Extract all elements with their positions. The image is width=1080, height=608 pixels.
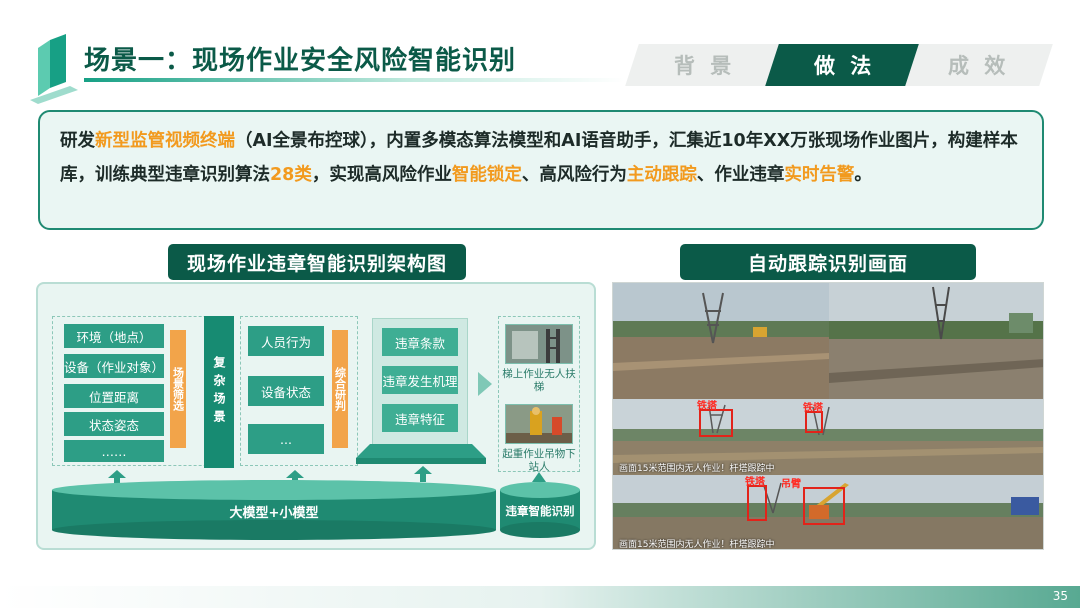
architecture-diagram: 环境（地点） 设备（作业对象） 位置距离 状态姿态 …… 场景筛选 复杂场景 人… (36, 282, 596, 550)
input-item: 环境（地点） (64, 324, 164, 348)
detection-label: 铁塔 (803, 403, 823, 414)
intro-highlight: 主动跟踪 (626, 165, 697, 185)
input-item: 状态姿态 (64, 412, 164, 436)
behavior-item: ... (248, 424, 324, 454)
overlay-status: 画面15米范围内无人作业！杆塔跟踪中 (619, 540, 775, 550)
input-item: 设备（作业对象） (64, 354, 164, 378)
example-caption: 梯上作业无人扶梯 (502, 368, 576, 393)
violation-item: 违章发生机理 (382, 366, 458, 394)
intro-box: 研发新型监管视频终端（AI全景布控球），内置多模态算法模型和AI语音助手，汇集近… (38, 110, 1044, 230)
tab-approach-label: 做 法 (814, 54, 876, 78)
up-arrow (532, 472, 546, 482)
page-number: 35 (1052, 589, 1068, 603)
intro-text: 研发 (60, 131, 95, 151)
footer-bar (0, 586, 1080, 608)
tab-results-label: 成 效 (948, 54, 1010, 78)
intro-highlight: 实时告警 (784, 165, 855, 185)
intro-highlight: 28类 (270, 165, 312, 185)
intro-text: 、作业违章 (696, 165, 785, 185)
result-label: 违章智能识别 (505, 504, 575, 518)
example-caption: 起重作业吊物下站人 (502, 448, 576, 473)
detection-box (747, 485, 767, 521)
detection-box (699, 409, 733, 437)
section-tabs: 背 景 做 法 成 效 (625, 44, 1053, 86)
tab-approach[interactable]: 做 法 (765, 44, 925, 86)
intro-highlight: 智能锁定 (451, 165, 522, 185)
tracking-photos: 铁塔 铁塔 铁塔 吊臂 画面15米范围内无人作业！杆塔跟踪中 画面15米范围内无… (612, 282, 1044, 550)
complex-scene-bar: 复杂场景 (204, 316, 234, 468)
tracking-photo (829, 283, 1043, 399)
panel-base (356, 444, 486, 464)
title-underline (84, 78, 624, 82)
intro-text: ，实现高风险作业 (311, 165, 452, 185)
screen-bar: 场景筛选 (170, 330, 186, 448)
tab-background-label: 背 景 (674, 54, 736, 78)
detection-label: 吊臂 (781, 479, 801, 490)
behavior-item: 设备状态 (248, 376, 324, 406)
example-image-ladder (505, 324, 573, 364)
input-item: 位置距离 (64, 384, 164, 408)
detection-box (805, 411, 823, 433)
detection-label: 铁塔 (745, 477, 765, 488)
overlay-status: 画面15米范围内无人作业！杆塔跟踪中 (619, 464, 775, 474)
judge-bar: 综合研判 (332, 330, 348, 448)
tracking-photo (613, 283, 829, 399)
model-base-label: 大模型+小模型 (229, 506, 319, 521)
violation-item: 违章条款 (382, 328, 458, 356)
intro-text: 、高风险行为 (521, 165, 627, 185)
tracking-label: 自动跟踪识别画面 (680, 244, 976, 280)
intro-highlight: 新型监管视频终端 (95, 131, 235, 151)
example-image-crane (505, 404, 573, 444)
detection-label: 铁塔 (697, 401, 717, 412)
logo-mark (30, 34, 78, 104)
flow-arrow (478, 372, 492, 396)
behavior-item: 人员行为 (248, 326, 324, 356)
violation-item: 违章特征 (382, 404, 458, 432)
detection-box (803, 487, 845, 525)
page-title: 场景一：现场作业安全风险智能识别 (84, 46, 517, 76)
input-item: …… (64, 440, 164, 462)
intro-text: 。 (854, 165, 872, 185)
tab-background[interactable]: 背 景 (625, 44, 785, 86)
architecture-label: 现场作业违章智能识别架构图 (168, 244, 466, 280)
tab-results[interactable]: 成 效 (905, 44, 1053, 86)
